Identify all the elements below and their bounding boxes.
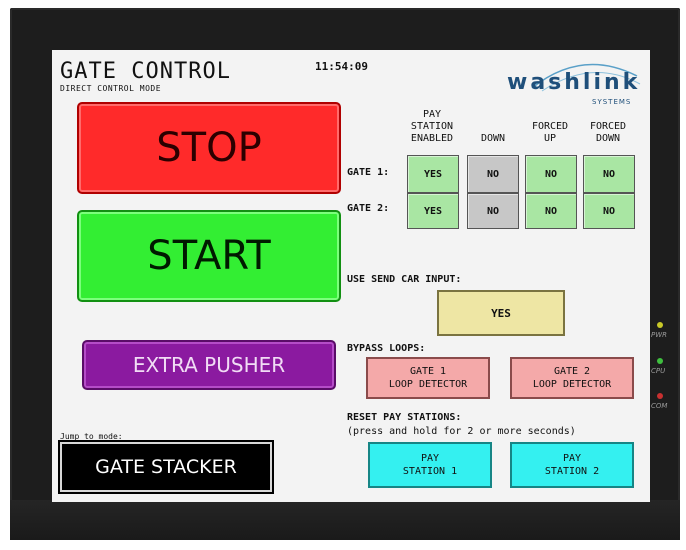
button-line: STATION 2 xyxy=(544,466,600,477)
washlink-logo-sub: SYSTEMS xyxy=(592,98,632,106)
col-header-pay-station-enabled: PAY STATION ENABLED xyxy=(402,109,462,145)
col-header-line: UP xyxy=(543,133,557,144)
gate-1-forced-down-toggle[interactable]: NO xyxy=(583,155,635,193)
col-header-forced-up: FORCED UP xyxy=(522,121,578,145)
col-header-line: DOWN xyxy=(595,133,621,144)
gate-2-label: GATE 2: xyxy=(347,203,390,214)
gate-1-forced-up-toggle[interactable]: NO xyxy=(525,155,577,193)
gate-1-pay-station-enabled-toggle[interactable]: YES xyxy=(407,155,459,193)
clock: 11:54:09 xyxy=(315,60,368,73)
gate-2-pay-station-enabled-toggle[interactable]: YES xyxy=(407,193,459,229)
cpu-led-icon xyxy=(657,358,663,364)
col-header-line: STATION xyxy=(410,121,454,132)
gate-2-forced-up-toggle[interactable]: NO xyxy=(525,193,577,229)
washlink-logo: washlink xyxy=(507,70,641,95)
cpu-label: CPU xyxy=(651,367,666,375)
gate-2-loop-detector-button[interactable]: GATE 2 LOOP DETECTOR xyxy=(510,357,634,399)
com-led-icon xyxy=(657,393,663,399)
bypass-loops-label: BYPASS LOOPS: xyxy=(347,343,426,354)
com-label: COM xyxy=(651,402,668,410)
hmi-screen: GATE CONTROL DIRECT CONTROL MODE 11:54:0… xyxy=(52,50,650,502)
button-line: LOOP DETECTOR xyxy=(388,379,468,390)
gate-1-label: GATE 1: xyxy=(347,167,390,178)
gate-2-down-toggle[interactable]: NO xyxy=(467,193,519,229)
col-header-line: ENABLED xyxy=(410,133,454,144)
gate-stacker-button[interactable]: GATE STACKER xyxy=(60,442,272,492)
col-header-line: DOWN xyxy=(480,133,506,144)
extra-pusher-button[interactable]: EXTRA PUSHER xyxy=(82,340,336,390)
stop-button[interactable]: STOP xyxy=(77,102,341,194)
button-line: STATION 1 xyxy=(402,466,458,477)
pwr-led-icon xyxy=(657,322,663,328)
col-header-down: DOWN xyxy=(466,133,520,145)
jump-to-mode-label: Jump to mode: xyxy=(60,432,123,441)
col-header-forced-down: FORCED DOWN xyxy=(580,121,636,145)
pay-station-1-reset-button[interactable]: PAY STATION 1 xyxy=(368,442,492,488)
pwr-label: PWR xyxy=(651,331,668,339)
col-header-line: FORCED xyxy=(531,121,569,132)
start-button[interactable]: START xyxy=(77,210,341,302)
page-subtitle: DIRECT CONTROL MODE xyxy=(60,84,162,93)
reset-hint: (press and hold for 2 or more seconds) xyxy=(347,426,576,437)
gate-1-loop-detector-button[interactable]: GATE 1 LOOP DETECTOR xyxy=(366,357,490,399)
col-header-line: FORCED xyxy=(589,121,627,132)
send-car-toggle[interactable]: YES xyxy=(437,290,565,336)
button-line: GATE 2 xyxy=(553,366,591,377)
button-line: PAY xyxy=(420,453,440,464)
reset-pay-stations-label: RESET PAY STATIONS: xyxy=(347,412,462,423)
col-header-line: PAY xyxy=(422,109,442,120)
panel-bezel-bottom xyxy=(10,500,680,540)
gate-2-forced-down-toggle[interactable]: NO xyxy=(583,193,635,229)
send-car-label: USE SEND CAR INPUT: xyxy=(347,274,462,285)
button-line: LOOP DETECTOR xyxy=(532,379,612,390)
gate-1-down-toggle[interactable]: NO xyxy=(467,155,519,193)
page-title: GATE CONTROL xyxy=(60,59,231,84)
button-line: PAY xyxy=(562,453,582,464)
pay-station-2-reset-button[interactable]: PAY STATION 2 xyxy=(510,442,634,488)
button-line: GATE 1 xyxy=(409,366,447,377)
